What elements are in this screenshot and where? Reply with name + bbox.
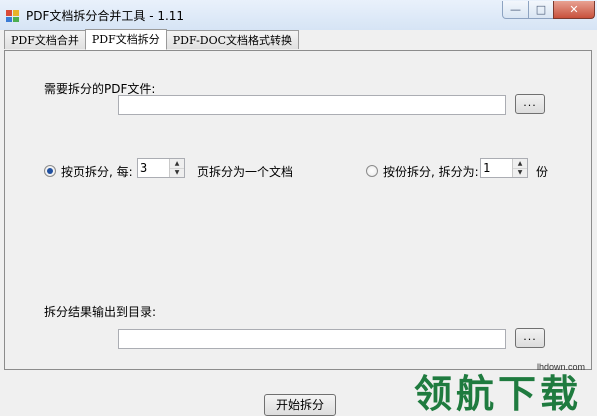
- close-button[interactable]: ✕: [553, 1, 595, 19]
- app-window: PDF文档拆分合并工具 - 1.11 — □ ✕ PDF文档合并 PDF文档拆分…: [0, 0, 597, 416]
- start-split-button[interactable]: 开始拆分: [264, 394, 336, 416]
- output-dir-input[interactable]: [118, 329, 506, 349]
- split-by-part-suffix: 份: [536, 165, 549, 179]
- split-by-part-radio[interactable]: [366, 165, 378, 177]
- app-icon: [6, 10, 19, 22]
- split-by-part-label: 按份拆分, 拆分为:: [383, 165, 479, 179]
- watermark-text: 领航下载: [414, 372, 583, 416]
- title-bar: PDF文档拆分合并工具 - 1.11 — □ ✕: [0, 0, 597, 30]
- output-dir-label: 拆分结果输出到目录:: [44, 305, 157, 319]
- split-by-page-radio[interactable]: [44, 165, 56, 177]
- close-icon: ✕: [569, 3, 579, 16]
- part-count-stepper[interactable]: 1 ▲ ▼: [480, 158, 528, 178]
- pages-per-doc-value: 3: [140, 161, 148, 175]
- maximize-button[interactable]: □: [528, 1, 554, 19]
- minimize-button[interactable]: —: [502, 1, 529, 19]
- split-by-page-label: 按页拆分, 每:: [61, 165, 133, 179]
- tab-pdf-split[interactable]: PDF文档拆分: [84, 29, 167, 50]
- window-title: PDF文档拆分合并工具 - 1.11: [26, 9, 185, 23]
- source-file-input[interactable]: [118, 95, 506, 115]
- pages-per-doc-arrows: ▲ ▼: [169, 159, 184, 177]
- spin-down-icon[interactable]: ▼: [513, 168, 527, 177]
- part-count-arrows: ▲ ▼: [512, 159, 527, 177]
- output-browse-button[interactable]: ...: [515, 328, 545, 348]
- split-by-page-suffix: 页拆分为一个文档: [197, 165, 294, 179]
- source-browse-button[interactable]: ...: [515, 94, 545, 114]
- spin-down-icon[interactable]: ▼: [170, 168, 184, 177]
- tab-pdf-doc-convert[interactable]: PDF-DOC文档格式转换: [165, 30, 300, 49]
- pages-per-doc-stepper[interactable]: 3 ▲ ▼: [137, 158, 185, 178]
- maximize-icon: □: [535, 3, 547, 16]
- watermark: lhdown.com 领航下载: [412, 360, 597, 416]
- tab-strip: PDF文档合并 PDF文档拆分 PDF-DOC文档格式转换: [4, 29, 300, 50]
- watermark-url: lhdown.com: [537, 362, 586, 372]
- tab-pdf-merge[interactable]: PDF文档合并: [4, 30, 86, 49]
- minimize-icon: —: [510, 3, 521, 16]
- part-count-value: 1: [483, 161, 491, 175]
